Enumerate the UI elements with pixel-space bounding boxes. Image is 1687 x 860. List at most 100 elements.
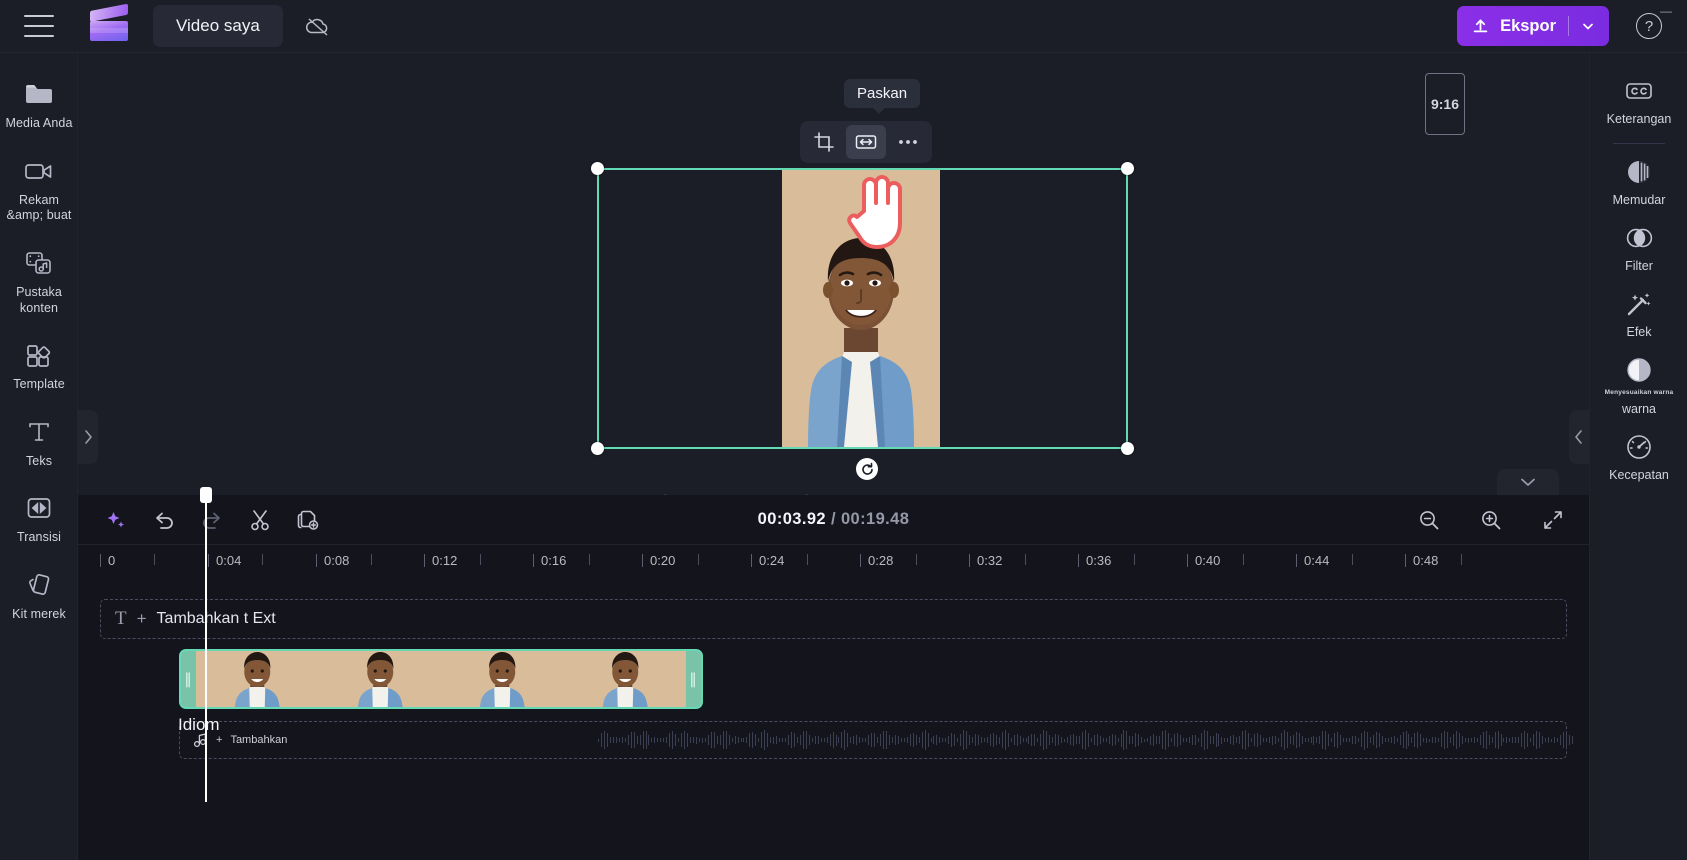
ruler-tick: 0:40 — [1186, 553, 1221, 568]
brand-kit-icon — [25, 570, 53, 600]
resize-handle-bottom-right[interactable] — [1121, 442, 1134, 455]
playhead[interactable] — [200, 487, 212, 802]
hamburger-icon[interactable] — [24, 15, 54, 37]
speed-gauge-icon — [1625, 432, 1653, 462]
sidebar-item-label: Media Anda — [5, 116, 73, 130]
fade-icon — [1625, 157, 1653, 187]
resize-handle-bottom-left[interactable] — [591, 442, 604, 455]
rightbar-item-label: Kecepatan — [1609, 468, 1669, 482]
playhead-handle[interactable] — [200, 487, 212, 503]
export-button[interactable]: Ekspor — [1457, 6, 1609, 46]
ruler-tick: 0:16 — [532, 553, 567, 568]
rightbar-item-label: Filter — [1625, 259, 1653, 273]
rightbar-item-label: Efek — [1626, 325, 1652, 339]
fit-button[interactable] — [846, 125, 886, 159]
collapse-preview-tab[interactable] — [1497, 469, 1559, 495]
timeline-toolbar: 00:03.92 / 00:19.48 — [78, 495, 1589, 545]
clip-thumbnail — [196, 651, 319, 707]
rightbar-item-label: warna — [1621, 402, 1657, 416]
rotate-handle[interactable] — [856, 458, 878, 480]
upload-icon — [1473, 19, 1488, 32]
aspect-ratio-badge[interactable]: 9:16 — [1425, 73, 1465, 135]
audio-waveform — [598, 729, 1575, 751]
rightbar-item-label: Keterangan — [1606, 112, 1672, 126]
top-bar-right: Ekspor ? — [1457, 6, 1687, 46]
more-horizontal-icon — [899, 140, 917, 144]
clip-thumbnails — [196, 651, 686, 707]
rightbar-item-keterangan[interactable]: Keterangan — [1590, 67, 1687, 133]
color-adjust-icon — [1625, 355, 1653, 385]
resize-handle-top-right[interactable] — [1121, 162, 1134, 175]
clip-thumbnail — [318, 651, 441, 707]
ruler-tick: 0:44 — [1295, 553, 1330, 568]
trim-handle-icon: ∥ — [689, 670, 698, 688]
crop-button[interactable] — [804, 125, 844, 159]
text-t-icon: T — [115, 608, 127, 629]
minimize-button[interactable]: — — [1655, 2, 1677, 20]
rightbar-item-tiny-label: Menyesuaikan warna — [1604, 389, 1674, 396]
sidebar-item-label: Teks — [25, 453, 53, 468]
trim-handle-right[interactable]: ∥ — [686, 651, 701, 707]
add-icon: + — [216, 734, 223, 746]
sidebar-item-label-2: &amp; buat — [6, 208, 72, 223]
chevron-down-icon — [1521, 478, 1535, 486]
rightbar-divider — [1612, 143, 1665, 144]
transition-icon — [25, 493, 53, 523]
ruler-tick: 0:04 — [207, 553, 242, 568]
rightbar-item-filter[interactable]: Filter — [1590, 214, 1687, 280]
rightbar-item-kecepatan[interactable]: Kecepatan — [1590, 423, 1687, 489]
cloud-off-icon[interactable] — [301, 9, 335, 43]
time-readout: 00:03.92 / 00:19.48 — [78, 510, 1589, 529]
clip-thumbnail — [563, 651, 686, 707]
timeline-tracks: T + Tambahkan t Ext ∥ ∥ + Tambahkan Idio… — [78, 579, 1589, 759]
rightbar-item-efek[interactable]: Efek — [1590, 280, 1687, 346]
audio-overlay-label: Idiom — [178, 715, 220, 734]
sidebar-item-rekam-buat[interactable]: Rekam &amp; buat — [0, 146, 78, 232]
resize-handle-top-left[interactable] — [591, 162, 604, 175]
video-clip-timeline[interactable]: ∥ ∥ — [179, 649, 703, 709]
audio-track-label: Tambahkan — [230, 734, 288, 746]
selection-box[interactable] — [591, 162, 1134, 455]
ruler-tick: 0:08 — [315, 553, 350, 568]
ruler-tick: 0:48 — [1404, 553, 1439, 568]
video-camera-icon — [24, 156, 54, 186]
more-button[interactable] — [888, 125, 928, 159]
preview-stage: Paskan 9:16 — [78, 53, 1589, 515]
sidebar-item-label: Rekam — [18, 192, 60, 207]
sidebar-item-label: Template — [13, 377, 65, 392]
right-panel-toggle[interactable] — [1569, 410, 1589, 464]
sidebar-item-template[interactable]: Template — [0, 330, 78, 401]
text-icon — [26, 417, 52, 447]
window-controls: — — [1655, 2, 1677, 20]
rightbar-item-memudar[interactable]: Memudar — [1590, 148, 1687, 214]
ruler-tick: 0:36 — [1077, 553, 1112, 568]
content-library-icon — [24, 248, 54, 278]
project-title-input[interactable]: Video saya — [153, 5, 283, 47]
tooltip-paskan: Paskan — [844, 79, 921, 114]
trim-handle-left[interactable]: ∥ — [181, 651, 196, 707]
effects-wand-icon — [1624, 289, 1654, 319]
ruler-tick: 0:32 — [968, 553, 1003, 568]
total-time: 00:19.48 — [840, 510, 910, 528]
filter-icon — [1624, 223, 1654, 253]
text-track-placeholder[interactable]: T + Tambahkan t Ext — [100, 599, 1567, 639]
sidebar-item-kit-merek[interactable]: Kit merek — [0, 560, 78, 631]
right-sidebar: Keterangan Memudar Filter Efek Menyesuai… — [1589, 53, 1687, 860]
text-track-label: Tambahkan t Ext — [156, 610, 276, 627]
fit-horizontal-icon — [855, 135, 877, 149]
clapperboard-icon[interactable] — [90, 3, 128, 41]
timeline-ruler[interactable]: 0 0:04 0:08 0:12 0:16 0:20 0:24 0:28 0:3… — [78, 545, 1589, 579]
left-sidebar: Media Anda Rekam &amp; buat Pustaka kont… — [0, 53, 78, 860]
sidebar-item-pustaka-konten[interactable]: Pustaka konten — [0, 238, 78, 324]
folder-icon — [24, 79, 54, 109]
clipchamp-editor-window: Video saya Ekspor ? — Media Anda Rekam &… — [0, 0, 1687, 860]
add-icon: + — [136, 609, 147, 628]
rightbar-item-label: Memudar — [1612, 193, 1666, 207]
sidebar-item-teks[interactable]: Teks — [0, 407, 78, 478]
timeline-panel: 00:03.92 / 00:19.48 0 0:04 0:08 0:12 0:1… — [78, 487, 1589, 860]
rightbar-item-warna[interactable]: Menyesuaikan warna warna — [1590, 346, 1687, 423]
left-panel-toggle[interactable] — [78, 410, 98, 464]
sidebar-item-media-anda[interactable]: Media Anda — [0, 69, 78, 140]
sidebar-item-transisi[interactable]: Transisi — [0, 483, 78, 554]
ruler-tick: 0:20 — [641, 553, 676, 568]
